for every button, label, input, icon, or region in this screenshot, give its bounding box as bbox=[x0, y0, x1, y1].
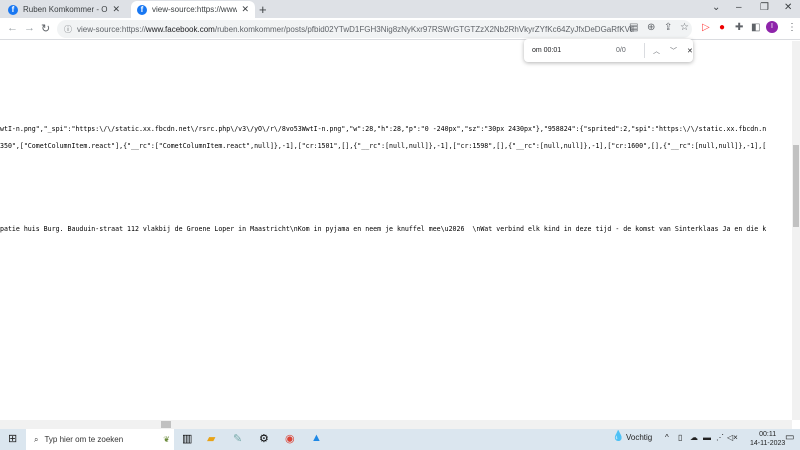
tab-view-source[interactable]: f view-source:https://www.facebook.com ✕ bbox=[131, 1, 255, 18]
bookmark-star-icon[interactable]: ☆ bbox=[680, 22, 689, 33]
source-line: patie huis Burg. Bauduin-straat 112 vlak… bbox=[0, 225, 767, 233]
url-domain: www.facebook.com bbox=[145, 24, 215, 34]
cloud-icon[interactable]: ☁ bbox=[690, 433, 698, 442]
task-view-icon[interactable]: ▥ bbox=[182, 432, 192, 445]
side-panel-icon[interactable]: ◧ bbox=[751, 22, 760, 33]
back-button[interactable]: ← bbox=[7, 22, 18, 34]
device-icon[interactable]: ▯ bbox=[678, 433, 682, 442]
taskbar-search[interactable]: ⌕ Typ hier om te zoeken ❦ bbox=[26, 429, 174, 450]
page-source-icon[interactable]: ▤ bbox=[629, 22, 638, 33]
source-line: wtI-n.png","_spi":"https:\/\/static.xx.f… bbox=[0, 125, 767, 133]
vertical-scroll-thumb[interactable] bbox=[793, 145, 799, 227]
find-input[interactable]: om 00:01 bbox=[532, 47, 616, 54]
toolbar: ← → ↻ ⓘ view-source:https://www.facebook… bbox=[0, 18, 800, 40]
info-icon: ⓘ bbox=[64, 24, 72, 34]
network-icon[interactable]: ⋰ bbox=[716, 433, 724, 442]
source-line: 350",["CometColumnItem.react"],{"__rc":[… bbox=[0, 142, 767, 150]
time: 00:11 bbox=[759, 431, 777, 438]
share-icon[interactable]: ⇪ bbox=[664, 22, 672, 33]
search-highlight-icon: ❦ bbox=[163, 435, 170, 444]
page-source: wtI-n.png","_spi":"https:\/\/static.xx.f… bbox=[0, 41, 792, 420]
find-next-button[interactable]: ﹀ bbox=[670, 46, 677, 56]
find-bar: om 00:01 0/0 ︿ ﹀ ✕ bbox=[524, 39, 693, 62]
windows-start-icon[interactable]: ⊞ bbox=[8, 432, 17, 445]
settings-gear-icon[interactable]: ⚙ bbox=[259, 432, 269, 445]
close-tab-icon[interactable]: ✕ bbox=[112, 4, 120, 15]
divider bbox=[644, 43, 645, 58]
find-previous-button[interactable]: ︿ bbox=[653, 46, 660, 56]
tab-title: view-source:https://www.facebook.com bbox=[152, 5, 238, 14]
opera-icon[interactable]: ● bbox=[719, 22, 725, 33]
tab-search-icon[interactable]: ⌄ bbox=[712, 2, 720, 13]
close-tab-icon[interactable]: ✕ bbox=[241, 4, 249, 15]
facebook-icon: f bbox=[137, 4, 147, 15]
address-bar[interactable]: ⓘ view-source:https://www.facebook.com/r… bbox=[57, 20, 692, 38]
date: 14-11-2023 bbox=[750, 440, 786, 447]
minimize-button[interactable]: – bbox=[736, 2, 742, 13]
tab-ruben-komkommer[interactable]: f Ruben Komkommer - Op Vrijdag ✕ bbox=[2, 1, 126, 18]
extensions-puzzle-icon[interactable]: ✚ bbox=[735, 22, 743, 33]
chrome-icon[interactable]: ◉ bbox=[285, 432, 295, 445]
tab-title: Ruben Komkommer - Op Vrijdag bbox=[23, 5, 108, 14]
url-path: /ruben.komkommer/posts/pfbid02YTwD1FGH3N… bbox=[214, 24, 634, 34]
find-close-button[interactable]: ✕ bbox=[687, 47, 693, 55]
profile-avatar[interactable]: I bbox=[766, 21, 778, 33]
maximize-button[interactable]: ❐ bbox=[760, 2, 769, 13]
reload-button[interactable]: ↻ bbox=[41, 22, 50, 35]
menu-icon[interactable]: ⋮ bbox=[787, 22, 797, 33]
tab-strip: f Ruben Komkommer - Op Vrijdag ✕ f view-… bbox=[0, 0, 800, 18]
url-prefix: view-source:https:// bbox=[77, 24, 146, 34]
horizontal-scroll-thumb[interactable] bbox=[161, 421, 171, 428]
extension-icon[interactable]: ▷ bbox=[702, 22, 710, 33]
volume-muted-icon[interactable]: ◁× bbox=[727, 433, 738, 442]
forward-button[interactable]: → bbox=[24, 22, 35, 34]
battery-icon[interactable]: ▬ bbox=[703, 433, 711, 442]
weather-label[interactable]: Vochtig bbox=[626, 433, 652, 442]
zoom-icon[interactable]: ⊕ bbox=[647, 22, 655, 33]
new-tab-button[interactable]: + bbox=[259, 2, 267, 17]
taskbar: ⊞ ⌕ Typ hier om te zoeken ❦ ▥ ▰ ✎ ⚙ ◉ ▲ … bbox=[0, 429, 800, 450]
clock[interactable]: 00:11 14-11-2023 bbox=[750, 430, 785, 448]
close-window-button[interactable]: ✕ bbox=[784, 2, 792, 13]
weather-icon[interactable]: 💧 bbox=[612, 431, 624, 442]
file-explorer-icon[interactable]: ▰ bbox=[207, 432, 215, 445]
facebook-icon: f bbox=[8, 4, 18, 15]
photos-icon[interactable]: ▲ bbox=[311, 432, 322, 444]
horizontal-scrollbar[interactable] bbox=[0, 420, 792, 429]
paint-icon[interactable]: ✎ bbox=[233, 432, 242, 445]
notifications-icon[interactable]: ▭ bbox=[785, 432, 794, 443]
search-placeholder: Typ hier om te zoeken bbox=[44, 435, 124, 444]
search-icon: ⌕ bbox=[34, 434, 39, 444]
show-hidden-icons[interactable]: ^ bbox=[665, 433, 669, 442]
vertical-scrollbar[interactable] bbox=[792, 41, 800, 420]
find-count: 0/0 bbox=[616, 47, 626, 54]
